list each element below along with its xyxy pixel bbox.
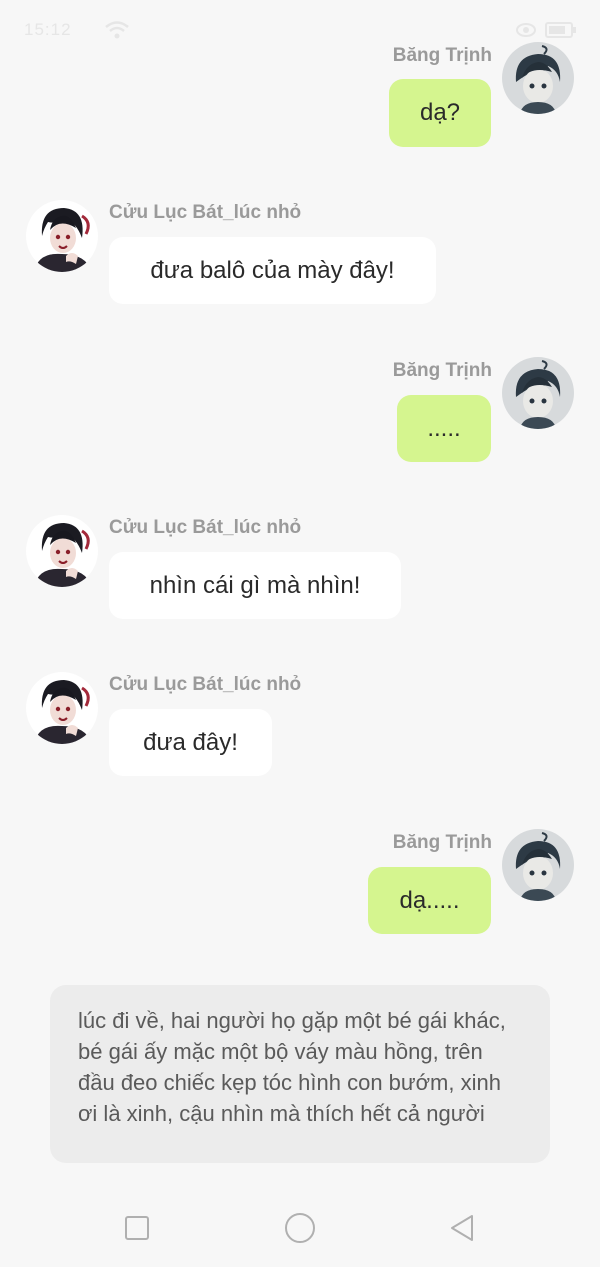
- back-triangle-icon[interactable]: [444, 1210, 480, 1246]
- sender-name: Băng Trịnh: [392, 832, 492, 853]
- status-bar: 15:12: [0, 0, 600, 60]
- narration-box: lúc đi về, hai người họ gặp một bé gái k…: [50, 985, 550, 1163]
- avatar-cuu-luc-bat[interactable]: [26, 515, 98, 587]
- wifi-icon: [104, 20, 130, 40]
- message-bubble[interactable]: đưa đây!: [109, 709, 272, 776]
- sender-name: Băng Trịnh: [392, 45, 492, 66]
- avatar-cuu-luc-bat[interactable]: [26, 672, 98, 744]
- sender-name: Cửu Lục Bát_lúc nhỏ: [109, 517, 302, 538]
- home-circle-icon[interactable]: [282, 1210, 318, 1246]
- recents-square-icon[interactable]: [119, 1210, 155, 1246]
- status-right-icons: [516, 20, 580, 40]
- avatar-bang-trinh[interactable]: [502, 357, 574, 429]
- message-bubble[interactable]: .....: [397, 395, 491, 462]
- message-bubble[interactable]: nhìn cái gì mà nhìn!: [109, 552, 401, 619]
- navigation-bar: [0, 1190, 600, 1267]
- avatar-bang-trinh[interactable]: [502, 42, 574, 114]
- message-bubble[interactable]: dạ.....: [368, 867, 491, 934]
- sender-name: Cửu Lục Bát_lúc nhỏ: [109, 674, 302, 695]
- sender-name: Cửu Lục Bát_lúc nhỏ: [109, 202, 302, 223]
- eye-icon: [516, 23, 536, 37]
- status-time: 15:12: [24, 20, 72, 39]
- message-bubble[interactable]: đưa balô của mày đây!: [109, 237, 436, 304]
- avatar-bang-trinh[interactable]: [502, 829, 574, 901]
- message-bubble[interactable]: dạ?: [389, 79, 491, 147]
- sender-name: Băng Trịnh: [392, 360, 492, 381]
- avatar-cuu-luc-bat[interactable]: [26, 200, 98, 272]
- battery-icon: [545, 22, 576, 38]
